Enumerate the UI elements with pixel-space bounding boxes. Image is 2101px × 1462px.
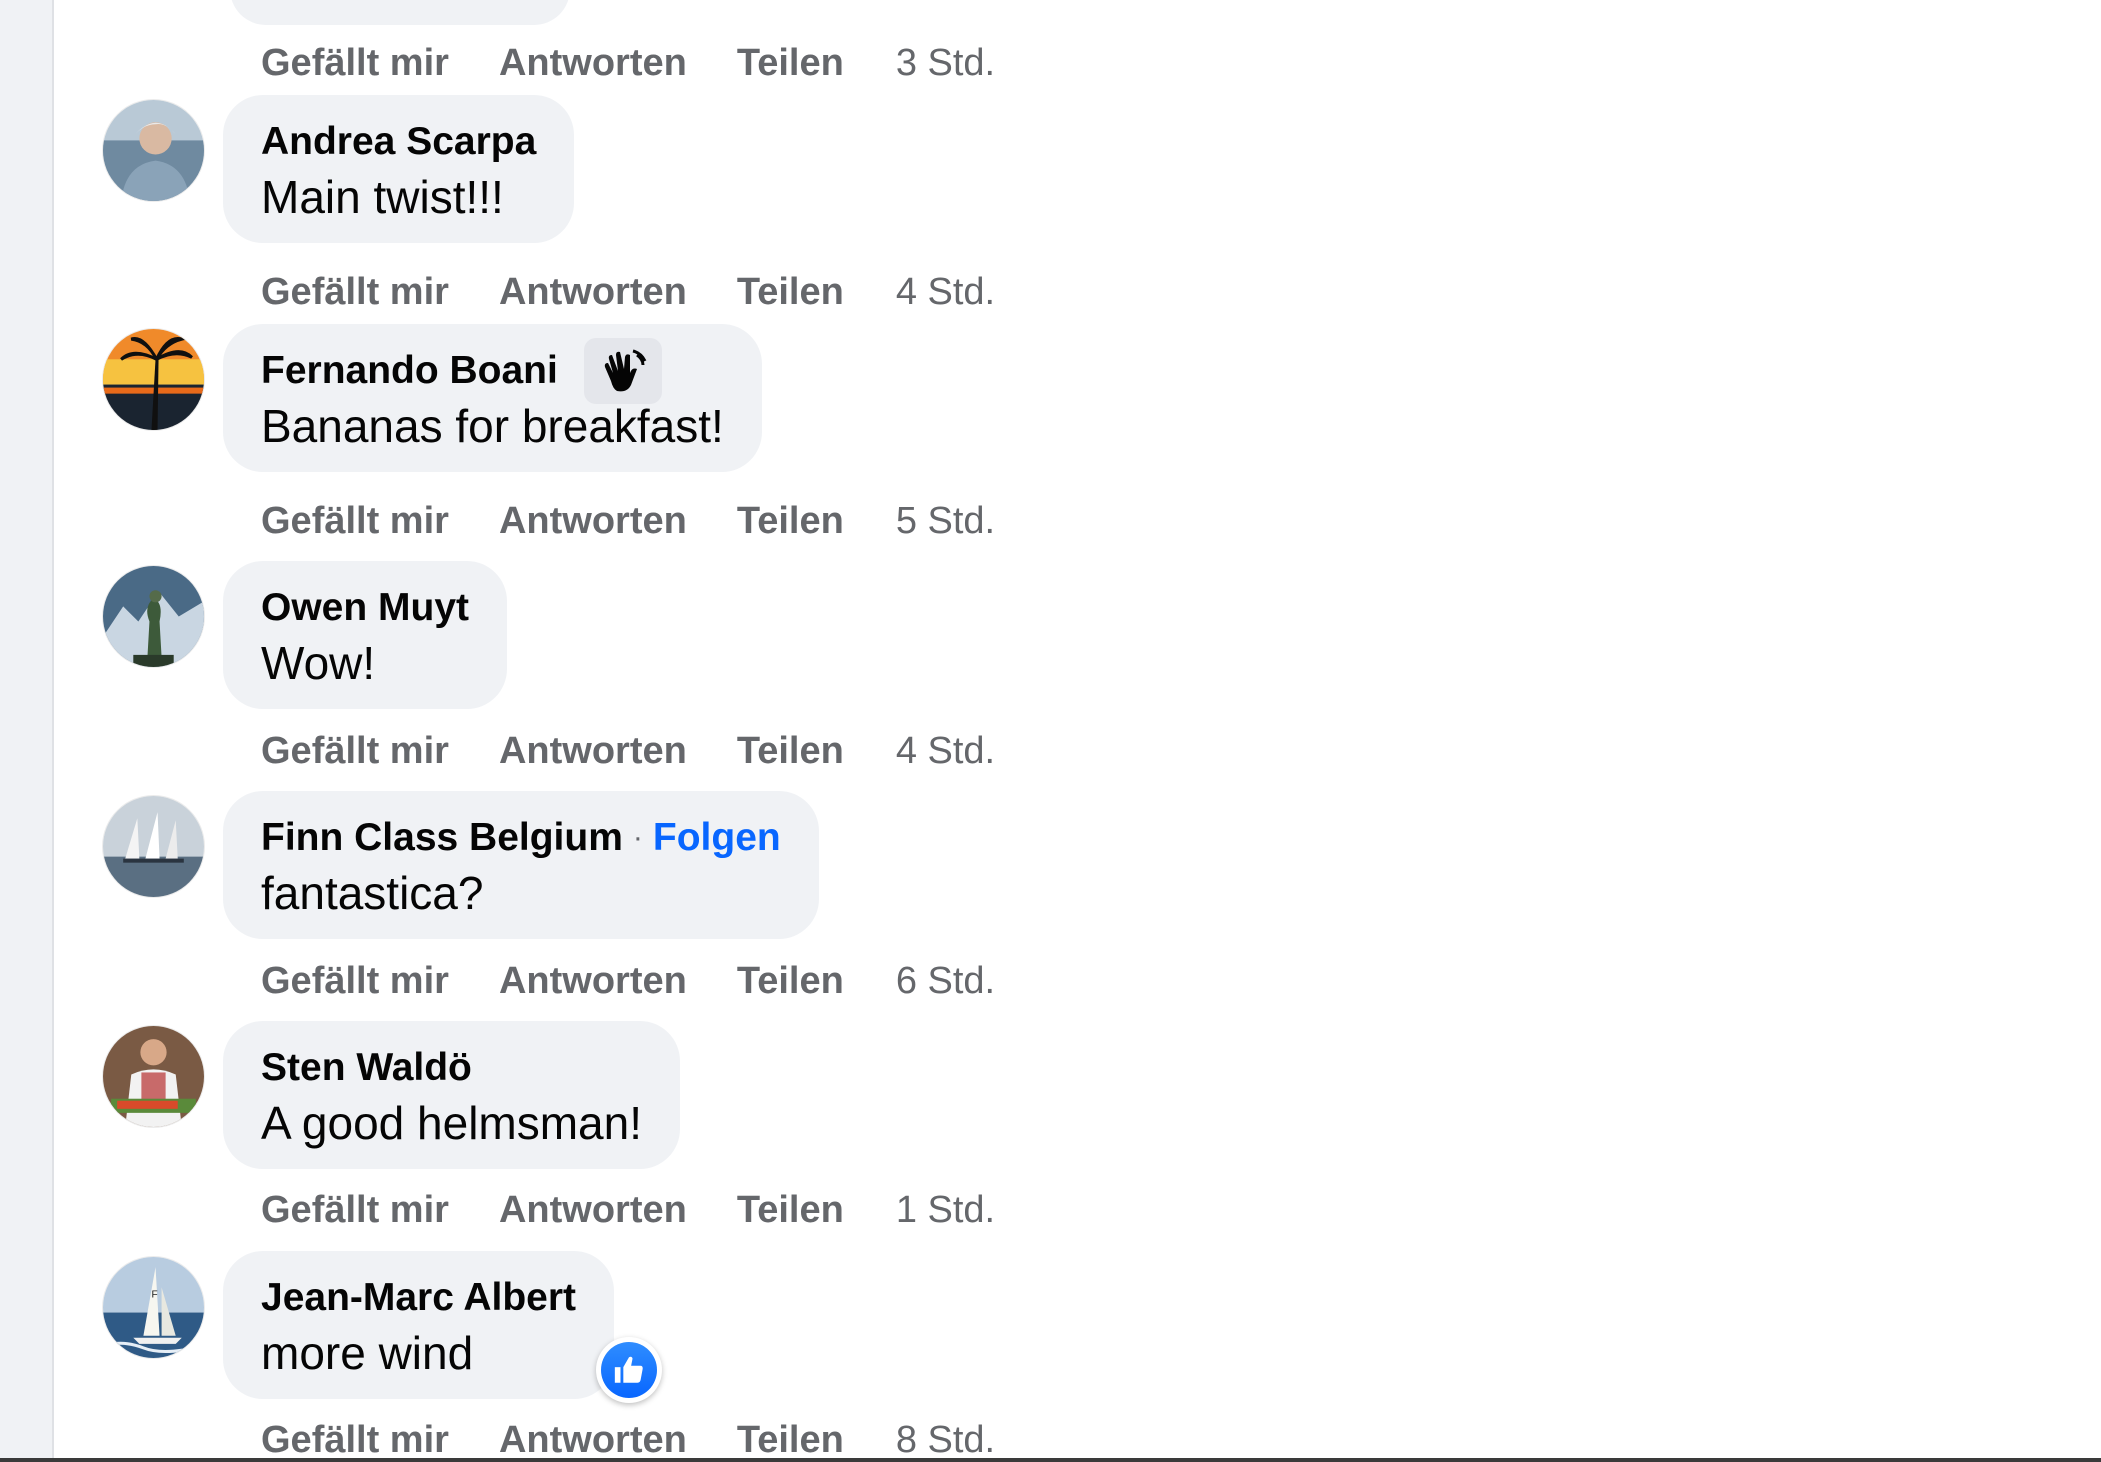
separator-dot: · — [632, 821, 643, 854]
like-link[interactable]: Gefällt mir — [261, 42, 449, 85]
reply-link[interactable]: Antworten — [499, 730, 687, 773]
like-link[interactable]: Gefällt mir — [261, 500, 449, 543]
comment-time[interactable]: 1 Std. — [896, 1189, 995, 1232]
comment-author[interactable]: Fernando Boani — [261, 349, 558, 393]
follow-button[interactable]: Folgen — [653, 816, 781, 860]
avatar[interactable] — [103, 329, 204, 430]
comment-text: more wind — [261, 1327, 474, 1379]
left-sidebar-strip — [0, 0, 54, 1462]
svg-text:F: F — [151, 1289, 157, 1300]
comment-time[interactable]: 4 Std. — [896, 730, 995, 773]
comment-bubble: Fernando Boani Bananas for breakfast! — [223, 324, 762, 472]
comment-author[interactable]: Andrea Scarpa — [261, 120, 536, 164]
comment-actions: Gefällt mir Antworten Teilen 1 Std. — [261, 1189, 995, 1232]
comment-author[interactable]: Jean-Marc Albert — [261, 1276, 576, 1320]
like-reaction-badge[interactable] — [596, 1337, 662, 1403]
comment-text: fantastica? — [261, 867, 484, 919]
share-link[interactable]: Teilen — [737, 1419, 844, 1462]
comment-actions: Gefällt mir Antworten Teilen 4 Std. — [261, 271, 995, 314]
like-link[interactable]: Gefällt mir — [261, 271, 449, 314]
reply-link[interactable]: Antworten — [499, 42, 687, 85]
comment-actions: Gefällt mir Antworten Teilen 5 Std. — [261, 500, 995, 543]
comment-text: Wow! — [261, 637, 376, 689]
comment-bubble: Owen Muyt Wow! — [223, 561, 508, 709]
previous-comment-bubble — [230, 0, 570, 25]
like-link[interactable]: Gefällt mir — [261, 1189, 449, 1232]
waving-hand-icon — [583, 338, 662, 404]
comment-time[interactable]: 5 Std. — [896, 500, 995, 543]
comment-author[interactable]: Owen Muyt — [261, 586, 469, 630]
comment-actions: Gefällt mir Antworten Teilen 3 Std. — [261, 42, 995, 85]
comment-time[interactable]: 3 Std. — [896, 42, 995, 85]
comment-actions: Gefällt mir Antworten Teilen 6 Std. — [261, 960, 995, 1003]
reply-link[interactable]: Antworten — [499, 1419, 687, 1462]
like-link[interactable]: Gefällt mir — [261, 730, 449, 773]
comment-text: Bananas for breakfast! — [261, 400, 724, 452]
like-link[interactable]: Gefällt mir — [261, 1419, 449, 1462]
comment-actions: Gefällt mir Antworten Teilen 4 Std. — [261, 730, 995, 773]
comment-time[interactable]: 4 Std. — [896, 271, 995, 314]
share-link[interactable]: Teilen — [737, 500, 844, 543]
like-thumbs-up-icon — [601, 1342, 657, 1398]
avatar[interactable]: F — [103, 1257, 204, 1358]
comment-author[interactable]: Sten Waldö — [261, 1046, 472, 1090]
avatar[interactable] — [103, 1026, 204, 1127]
comment-time[interactable]: 6 Std. — [896, 960, 995, 1003]
window-bottom-edge — [0, 1458, 2101, 1462]
comment-time[interactable]: 8 Std. — [896, 1419, 995, 1462]
comment-bubble: Finn Class Belgium · Folgen fantastica? — [223, 791, 819, 939]
avatar[interactable] — [103, 796, 204, 897]
comment-text: Main twist!!! — [261, 171, 504, 223]
share-link[interactable]: Teilen — [737, 960, 844, 1003]
reply-link[interactable]: Antworten — [499, 500, 687, 543]
comment-actions: Gefällt mir Antworten Teilen 8 Std. — [261, 1419, 995, 1462]
like-link[interactable]: Gefällt mir — [261, 960, 449, 1003]
share-link[interactable]: Teilen — [737, 730, 844, 773]
reply-link[interactable]: Antworten — [499, 960, 687, 1003]
share-link[interactable]: Teilen — [737, 1189, 844, 1232]
comment-author[interactable]: Finn Class Belgium — [261, 816, 623, 860]
avatar[interactable] — [103, 566, 204, 667]
comment-bubble: Andrea Scarpa Main twist!!! — [223, 95, 575, 243]
comment-bubble: Sten Waldö A good helmsman! — [223, 1021, 681, 1169]
share-link[interactable]: Teilen — [737, 42, 844, 85]
comment-text: A good helmsman! — [261, 1097, 643, 1149]
avatar[interactable] — [103, 100, 204, 201]
reply-link[interactable]: Antworten — [499, 271, 687, 314]
comment-bubble: Jean-Marc Albert more wind — [223, 1251, 614, 1399]
share-link[interactable]: Teilen — [737, 271, 844, 314]
reply-link[interactable]: Antworten — [499, 1189, 687, 1232]
